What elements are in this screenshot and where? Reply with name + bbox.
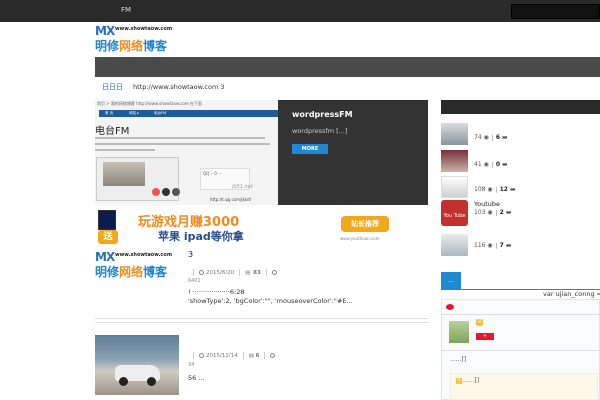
sidebar-post[interactable]: 108 ◉ 12 ▬ bbox=[441, 176, 600, 200]
site-logo[interactable]: MX www.showtaow.com 明修网络博客 bbox=[95, 24, 175, 54]
clock-icon bbox=[199, 353, 204, 358]
eye-icon bbox=[271, 270, 277, 275]
post-thumbnail bbox=[441, 176, 468, 198]
ad-banner[interactable]: 送 玩游戏月赚3000 苹果 ipad等你拿 站长推荐 www.youthuan… bbox=[98, 210, 426, 244]
comment-icon: ▤ bbox=[245, 270, 252, 276]
music-player-image bbox=[96, 157, 180, 201]
post-item: MX www.showtaow.com 明修网络博客 3 2015/6/20 ▤ … bbox=[95, 250, 428, 320]
post-excerpt: 56 ... bbox=[188, 374, 205, 382]
sidebar-post[interactable]: 74 ◉ 6 ▬ bbox=[441, 123, 600, 147]
nav-item-fm[interactable]: FM bbox=[121, 6, 131, 14]
eye-icon: ◉ bbox=[483, 134, 489, 141]
play-icon bbox=[162, 188, 170, 196]
slide-title[interactable]: wordpressFM bbox=[292, 110, 353, 119]
announcement-icon: 日日日 bbox=[102, 83, 123, 91]
featured-slider[interactable]: 首页 > 我的网络博客 http://www.showtaow.com 在下面 … bbox=[95, 100, 428, 205]
widget-script-text: var ujian_conng = bbox=[543, 290, 600, 298]
weibo-widget: V + ......[] V ......[] bbox=[441, 299, 600, 400]
eye-icon: ◉ bbox=[487, 209, 493, 216]
top-navbar: FM bbox=[0, 0, 600, 22]
sidebar-heading bbox=[441, 100, 600, 114]
menu-icon bbox=[172, 188, 180, 196]
slide-text-lines bbox=[95, 137, 275, 155]
follow-button[interactable]: + bbox=[476, 333, 494, 340]
post-thumbnail bbox=[441, 123, 468, 145]
weibo-post-text: ......[] bbox=[450, 356, 467, 363]
eye-icon: ◉ bbox=[487, 242, 493, 249]
post-views: 34 bbox=[188, 362, 195, 368]
ad-recommend-button[interactable]: 站长推荐 bbox=[341, 216, 389, 232]
search-input[interactable] bbox=[511, 4, 600, 19]
ipad-icon bbox=[98, 210, 116, 230]
main-navigation-bar bbox=[95, 57, 600, 77]
weibo-icon bbox=[446, 304, 454, 310]
post-views: 6401 bbox=[188, 278, 201, 284]
comment-icon: ▬ bbox=[505, 242, 512, 249]
comment-icon: ▤ bbox=[248, 353, 254, 359]
avatar[interactable] bbox=[449, 321, 469, 343]
announcement-bar: 日日日 http://www.showtaow.com 3 bbox=[95, 80, 428, 94]
clock-icon bbox=[199, 270, 204, 275]
post-thumbnail bbox=[441, 150, 468, 172]
widget-tab[interactable]: ... bbox=[441, 272, 461, 290]
comment-icon: ▬ bbox=[501, 161, 508, 168]
sidebar-post[interactable]: You Tube Youtube 103 ◉ 2 ▬ bbox=[441, 200, 600, 228]
watermark: jb51.net bbox=[232, 184, 253, 190]
youtube-icon: You Tube bbox=[441, 200, 468, 226]
post-meta: 2015/12/14 ▤ 6 bbox=[188, 352, 277, 361]
slide-caption: wordpressFM wordpressfm [...] MORE bbox=[278, 100, 428, 205]
eye-icon bbox=[270, 353, 276, 358]
post-excerpt: ! ··················6:28 bbox=[188, 288, 245, 296]
post-item: 2015/12/14 ▤ 6 34 56 ... bbox=[95, 352, 428, 400]
announcement-text[interactable]: http://www.showtaow.com 3 bbox=[133, 83, 225, 91]
comment-icon: ▬ bbox=[501, 134, 508, 141]
eye-icon: ◉ bbox=[483, 161, 489, 168]
post-meta: 2015/6/20 ▤ 83 bbox=[188, 269, 279, 278]
verified-icon: V bbox=[476, 319, 483, 326]
slide-heading: 电台FM bbox=[95, 126, 130, 137]
comment-icon: ▬ bbox=[505, 209, 512, 216]
more-button[interactable]: MORE bbox=[292, 144, 328, 154]
qq-url: http://t.qq.com/jkkdl bbox=[210, 197, 251, 202]
divider bbox=[95, 318, 428, 319]
comment-icon: ▬ bbox=[509, 186, 516, 193]
post-excerpt: 'showType':2, 'bgColor':"", 'mouseoverCo… bbox=[188, 297, 353, 305]
verified-icon: V bbox=[456, 378, 462, 384]
sidebar-post[interactable]: 116 ◉ 7 ▬ bbox=[441, 234, 600, 258]
sidebar-post-title: Youtube bbox=[474, 200, 500, 208]
post-thumbnail[interactable]: MX www.showtaow.com 明修网络博客 bbox=[95, 250, 179, 290]
breadcrumb: 首页 > 我的网络博客 http://www.showtaow.com 在下面 bbox=[97, 101, 202, 106]
slide-description: wordpressfm [...] bbox=[292, 127, 348, 135]
sidebar-post[interactable]: 41 ◉ 0 ▬ bbox=[441, 150, 600, 174]
weibo-post-card: V ......[] bbox=[450, 373, 598, 400]
heart-icon bbox=[152, 188, 160, 196]
post-title[interactable]: 3 bbox=[188, 250, 193, 259]
eye-icon: ◉ bbox=[487, 186, 493, 193]
divider bbox=[95, 322, 428, 323]
post-thumbnail bbox=[441, 234, 468, 256]
